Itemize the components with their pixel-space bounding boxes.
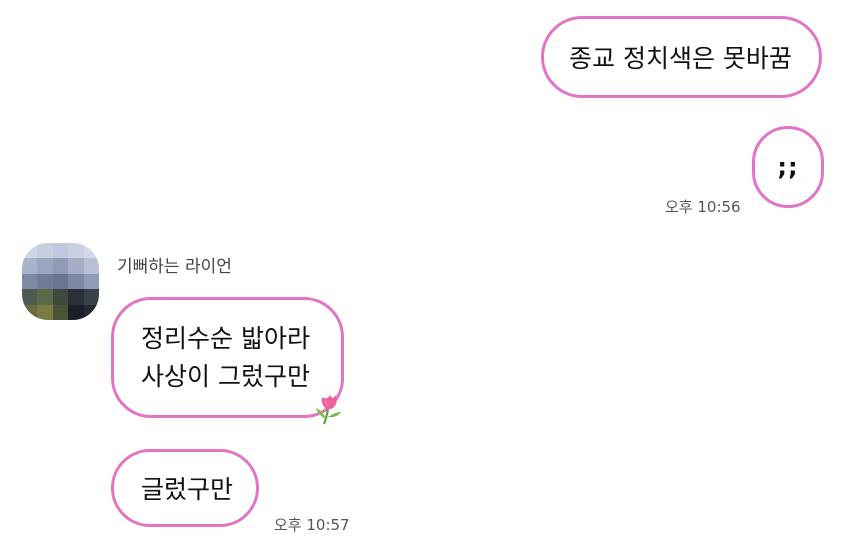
incoming-message-bubble[interactable]: 글렀구만	[111, 449, 259, 527]
outgoing-message-bubble[interactable]: ;;	[752, 126, 824, 208]
outgoing-message-text: ;;	[777, 153, 799, 181]
tulip-icon	[316, 395, 341, 425]
message-line: 사상이 그렀구만	[141, 361, 310, 391]
incoming-message-bubble[interactable]: 정리수순 밟아라 사상이 그렀구만	[111, 297, 344, 418]
incoming-message-text: 정리수순 밟아라 사상이 그렀구만	[141, 320, 310, 396]
outgoing-message-bubble[interactable]: 종교 정치색은 못바꿈	[541, 16, 822, 98]
outgoing-timestamp: 오후 10:56	[665, 198, 741, 216]
sender-name: 기뻐하는 라이언	[117, 257, 232, 277]
incoming-message-text: 글렀구만	[141, 475, 234, 504]
message-line: 정리수순 밟아라	[141, 323, 310, 353]
outgoing-message-text: 종교 정치색은 못바꿈	[569, 44, 792, 73]
sender-avatar[interactable]	[22, 243, 99, 320]
incoming-timestamp: 오후 10:57	[274, 516, 350, 534]
